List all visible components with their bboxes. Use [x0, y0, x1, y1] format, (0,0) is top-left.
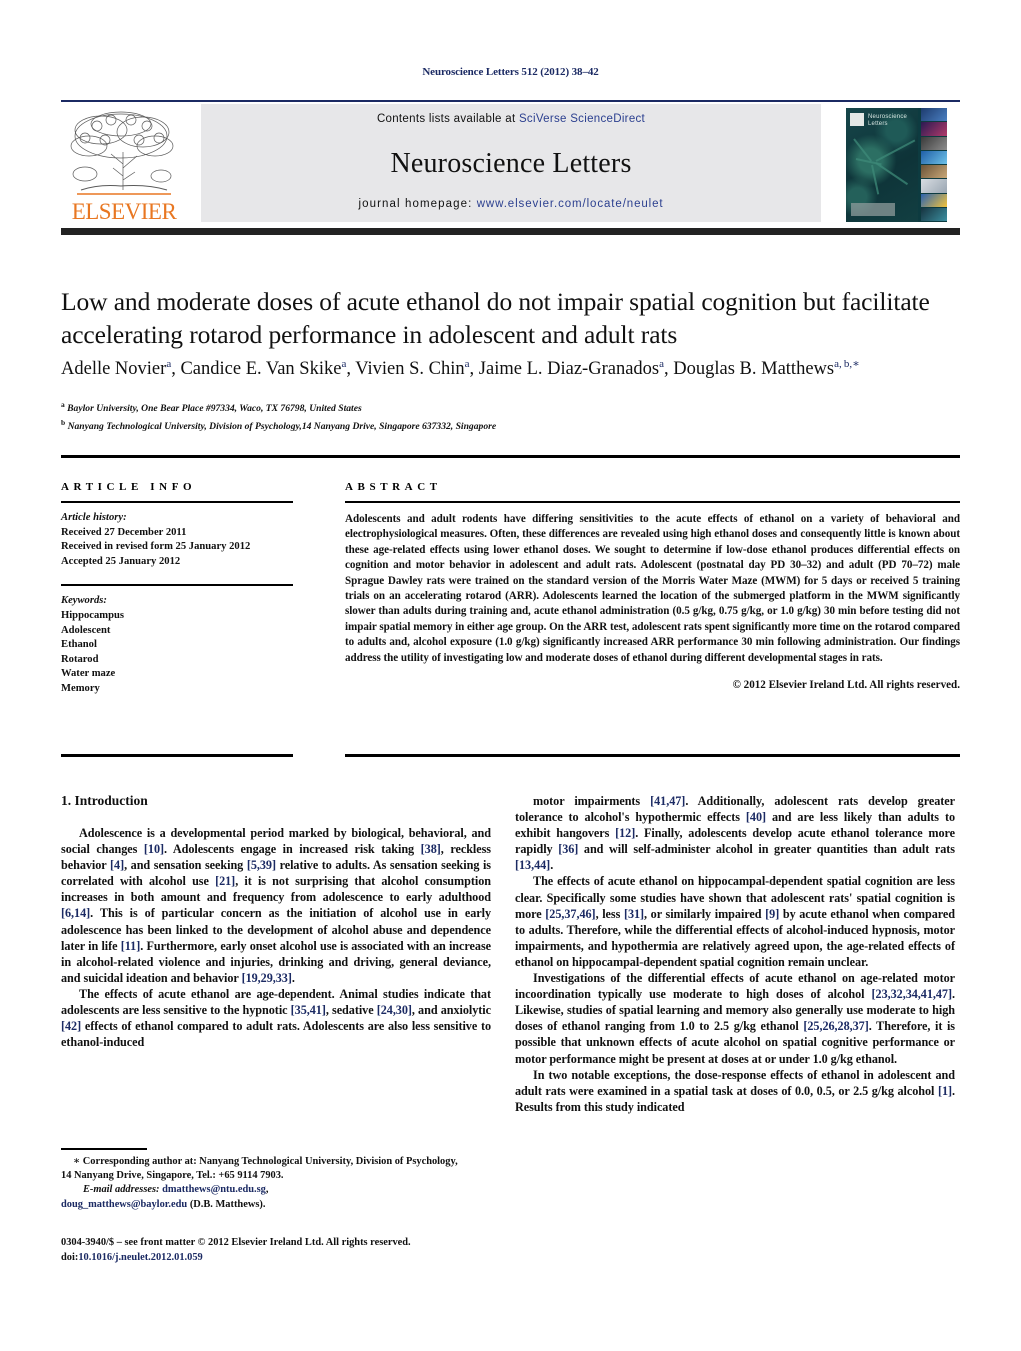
- abstract-text: Adolescents and adult rodents have diffe…: [345, 513, 960, 664]
- article-info-column: ARTICLE INFO Article history: Received 2…: [61, 481, 293, 697]
- abstract-copyright: © 2012 Elsevier Ireland Ltd. All rights …: [732, 679, 960, 692]
- keyword-item: Water maze: [61, 668, 116, 680]
- body-right-column: motor impairments [41,47]. Additionally,…: [515, 793, 955, 1115]
- journal-header-band: ELSEVIER Contents lists available at Sci…: [61, 104, 960, 224]
- elsevier-logo: ELSEVIER: [61, 106, 187, 224]
- journal-homepage-link[interactable]: www.elsevier.com/locate/neulet: [477, 198, 664, 210]
- journal-homepage-line: journal homepage: www.elsevier.com/locat…: [201, 198, 821, 210]
- elsevier-wordmark: ELSEVIER: [71, 199, 177, 224]
- footnote-block: ∗ Corresponding author at: Nanyang Techn…: [61, 1155, 461, 1212]
- paper-page: Neuroscience Letters 512 (2012) 38–42 EL…: [0, 0, 1021, 1351]
- homepage-prefix: journal homepage:: [358, 198, 477, 210]
- doi-link[interactable]: 10.1016/j.neulet.2012.01.059: [78, 1252, 202, 1263]
- footnote-rule: [61, 1148, 147, 1150]
- email-link-1[interactable]: dmatthews@ntu.edu.sg: [162, 1184, 266, 1195]
- body-left-rule: [61, 754, 293, 757]
- article-history: Article history: Received 27 December 20…: [61, 511, 293, 569]
- email-sep: ,: [265, 1184, 269, 1196]
- page-title: Low and moderate doses of acute ethanol …: [61, 287, 930, 349]
- history-item: Accepted 25 January 2012: [61, 555, 181, 567]
- abstract-column: ABSTRACT Adolescents and adult rodents h…: [345, 481, 960, 691]
- cover-title-line1: Neuroscience: [868, 114, 908, 120]
- author-list: Adelle Noviera, Candice E. Van Skikea, V…: [61, 358, 860, 380]
- sciencedirect-link[interactable]: SciVerse ScienceDirect: [519, 113, 645, 125]
- abstract-top-rule: [61, 455, 960, 458]
- email-label: E-mail addresses:: [83, 1184, 160, 1196]
- contents-line: Contents lists available at SciVerse Sci…: [201, 113, 821, 125]
- running-head: Neuroscience Letters 512 (2012) 38–42: [422, 66, 599, 78]
- journal-title: Neuroscience Letters: [390, 148, 632, 179]
- cover-art: Neuroscience Letters: [846, 108, 947, 222]
- body-left-column: 1. Introduction Adolescence is a develop…: [61, 793, 491, 1050]
- keyword-item: Rotarod: [61, 653, 99, 665]
- cover-publisher-mark: [850, 113, 864, 126]
- doi-line: doi:10.1016/j.neulet.2012.01.059: [61, 1251, 491, 1266]
- corresponding-author-note: ∗ Corresponding author at: Nanyang Techn…: [61, 1156, 458, 1182]
- keywords-block: Keywords: Hippocampus Adolescent Ethanol…: [61, 594, 293, 696]
- journal-cover-thumbnail: Neuroscience Letters: [833, 106, 960, 224]
- article-info-heading: ARTICLE INFO: [61, 481, 197, 493]
- cover-thumbnail-strip: [921, 108, 947, 222]
- article-info-rule: [61, 501, 293, 503]
- abstract-rule: [345, 501, 960, 503]
- imprint-block: 0304-3940/$ – see front matter © 2012 El…: [61, 1236, 491, 1265]
- abstract-heading: ABSTRACT: [345, 481, 442, 493]
- affiliation-b: b Nanyang Technological University, Divi…: [61, 418, 497, 433]
- history-item: Received 27 December 2011: [61, 526, 187, 538]
- keyword-item: Adolescent: [61, 624, 111, 636]
- cover-title-line2: Letters: [868, 121, 888, 127]
- keyword-item: Memory: [61, 682, 100, 694]
- email-owner: (D.B. Matthews).: [189, 1198, 266, 1210]
- body-right-rule: [345, 754, 960, 757]
- header-bottom-rule: [61, 228, 960, 235]
- paragraph: Adolescence is a developmental period ma…: [61, 826, 492, 985]
- contents-prefix: Contents lists available at: [376, 113, 519, 125]
- paragraph: In two notable exceptions, the dose-resp…: [515, 1067, 955, 1114]
- keyword-item: Ethanol: [61, 639, 97, 651]
- paragraph: Investigations of the differential effec…: [515, 971, 956, 1066]
- email-link-2[interactable]: doug_matthews@baylor.edu: [61, 1199, 187, 1210]
- section-heading-introduction: 1. Introduction: [61, 793, 148, 808]
- header-top-rule: [61, 100, 960, 102]
- paragraph: motor impairments [41,47]. Additionally,…: [515, 794, 955, 873]
- affiliation-a: a Baylor University, One Bear Place #973…: [61, 400, 362, 415]
- doi-label: doi:: [61, 1251, 79, 1263]
- paragraph: The effects of acute ethanol on hippocam…: [515, 874, 956, 969]
- issn-line: 0304-3940/$ – see front matter © 2012 El…: [61, 1237, 411, 1248]
- affiliations: a Baylor University, One Bear Place #973…: [61, 398, 951, 434]
- affiliation-a-text: Baylor University, One Bear Place #97334…: [67, 403, 362, 415]
- keywords-rule: [61, 584, 293, 587]
- keywords-label: Keywords:: [61, 595, 107, 607]
- history-item: Received in revised form 25 January 2012: [61, 541, 251, 553]
- paragraph: The effects of acute ethanol are age-dep…: [61, 986, 491, 1050]
- email-line-2: doug_matthews@baylor.edu (D.B. Matthews)…: [61, 1198, 461, 1212]
- affiliation-b-text: Nanyang Technological University, Divisi…: [67, 421, 497, 433]
- cover-caption-block: [851, 203, 895, 216]
- cover-title: Neuroscience Letters: [868, 114, 907, 128]
- article-history-label: Article history:: [61, 512, 127, 523]
- email-line: E-mail addresses: dmatthews@ntu.edu.sg,: [61, 1183, 461, 1197]
- keyword-item: Hippocampus: [61, 609, 124, 621]
